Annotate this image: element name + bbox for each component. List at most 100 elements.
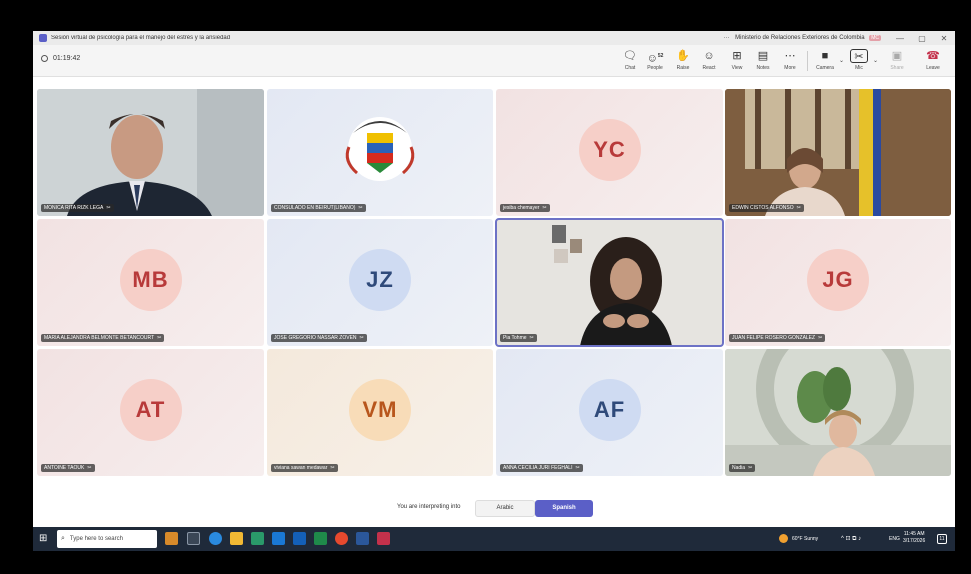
search-icon: ⌕ <box>61 535 65 542</box>
window-title: Sesión virtual de psicología para el man… <box>51 35 231 41</box>
meeting-timer: 01:19:42 <box>41 55 80 62</box>
camera-label: Camera <box>816 65 834 71</box>
word-icon[interactable] <box>356 532 369 545</box>
colombia-coat-of-arms-icon <box>345 117 415 181</box>
system-tray-icons[interactable]: ^ ⊡ ⧉ ♪ <box>841 535 861 543</box>
phone-hangup-icon: ☎ <box>926 50 940 62</box>
language-option-spanish[interactable]: Spanish <box>535 500 593 517</box>
participant-tile[interactable]: MB MARIA ALEJANDRA BELMONTE BETANCOURT ✂ <box>37 219 264 346</box>
participant-name-label: MARIA ALEJANDRA BELMONTE BETANCOURT ✂ <box>41 334 165 342</box>
notes-label: Notes <box>756 65 770 71</box>
mic-muted-icon: ✂ <box>529 335 534 341</box>
mic-muted-icon: ✂ <box>796 205 801 211</box>
people-button[interactable]: ☺52 People <box>643 49 667 71</box>
active-speaker-tile[interactable]: Pia Tohme ✂ <box>495 218 724 347</box>
taskbar-clock[interactable]: 11:45 AM 3/17/2026 <box>903 531 925 545</box>
chrome-icon[interactable] <box>335 532 348 545</box>
mic-muted-icon: ✂ <box>542 205 547 211</box>
camera-icon: ■ <box>821 50 829 62</box>
participant-avatar: AT <box>119 378 182 441</box>
participant-name-label: EDWIN CISTOS ALFONSO ✂ <box>729 204 804 212</box>
close-button[interactable]: ✕ <box>933 34 955 43</box>
share-icon: ▣ <box>891 50 903 62</box>
participant-video-frame <box>725 349 951 476</box>
edge-browser-icon[interactable] <box>209 532 222 545</box>
participant-tile-video[interactable]: MONICA RITA RIZK LEGA ✂ <box>37 89 264 216</box>
participant-tile-video[interactable]: CONSULADO EN BEIRUT(LIBANO) ✂ <box>267 89 493 216</box>
outlook-icon[interactable] <box>293 532 306 545</box>
react-button[interactable]: ☺ React <box>697 49 721 71</box>
powerpoint-icon[interactable] <box>377 532 390 545</box>
user-avatar-badge[interactable]: MC <box>869 35 881 41</box>
view-button[interactable]: ⊞ View <box>725 49 749 71</box>
mic-muted-icon: ✂ <box>359 335 364 341</box>
mic-muted-icon: ✂ <box>748 465 753 471</box>
camera-button[interactable]: ■ Camera <box>813 49 837 71</box>
participant-avatar: JG <box>807 248 869 311</box>
participant-tile[interactable]: YC jesiba chemayer ✂ <box>496 89 723 216</box>
participant-tile[interactable]: VM viviana sawan medawar ✂ <box>267 349 493 476</box>
taskbar-search-input[interactable]: ⌕ Type here to search <box>57 530 157 548</box>
mic-muted-icon: ✂ <box>106 205 111 211</box>
language-option-arabic[interactable]: Arabic <box>475 500 535 517</box>
participant-tile-video[interactable]: EDWIN CISTOS ALFONSO ✂ <box>725 89 951 216</box>
meeting-toolbar: 01:19:42 🗨 Chat ☺52 People ✋ Raise ☺ Rea… <box>33 45 955 77</box>
excel-icon[interactable] <box>314 532 327 545</box>
more-button[interactable]: ⋯ More <box>778 49 802 71</box>
notifications-icon[interactable]: 11 <box>937 534 947 544</box>
raise-hand-button[interactable]: ✋ Raise <box>671 49 695 71</box>
windows-start-icon[interactable]: ⊞ <box>39 533 51 545</box>
interpretation-bar: You are interpreting into Arabic Spanish <box>33 489 955 527</box>
participant-tile[interactable]: AF ANNA CECILIA JURI FEGHALI ✂ <box>496 349 723 476</box>
participant-tile-video[interactable]: Nadia ✂ <box>725 349 951 476</box>
toolbar-divider <box>807 51 808 71</box>
leave-button[interactable]: ☎ Leave <box>921 49 945 71</box>
chat-label: Chat <box>624 65 636 71</box>
camera-options-chevron-icon[interactable]: ⌄ <box>839 57 844 64</box>
people-count: 52 <box>657 53 664 59</box>
chat-button[interactable]: 🗨 Chat <box>618 49 642 71</box>
participant-tile[interactable]: JZ JOSE GREGORIO NASSAR ZOVEN ✂ <box>267 219 493 346</box>
elapsed-time: 01:19:42 <box>53 55 81 62</box>
mic-options-chevron-icon[interactable]: ⌄ <box>873 57 878 64</box>
mic-muted-icon: ✂ <box>575 465 580 471</box>
store-icon[interactable] <box>251 532 264 545</box>
teams-app-icon <box>39 34 47 42</box>
weather-sun-icon[interactable] <box>779 534 788 543</box>
participant-tile[interactable]: AT ANTOINE TAOUK ✂ <box>37 349 264 476</box>
participant-avatar: MB <box>119 248 182 311</box>
weather-text[interactable]: 60°F Sunny <box>792 536 818 542</box>
hand-icon: ✋ <box>676 50 690 62</box>
teams-meeting-window: Sesión virtual de psicología para el man… <box>33 31 955 551</box>
notes-button[interactable]: ▤ Notes <box>751 49 775 71</box>
notes-icon: ▤ <box>757 50 769 62</box>
participant-name-label: Pia Tohme ✂ <box>500 334 537 342</box>
mic-muted-icon: ✂ <box>850 49 868 63</box>
input-language[interactable]: ENG <box>889 536 900 542</box>
share-button[interactable]: ▣ Share <box>885 49 909 71</box>
participant-name-label: ANTOINE TAOUK ✂ <box>41 464 95 472</box>
windows-taskbar: ⊞ ⌕ Type here to search 60°F Sunny ^ ⊡ ⧉… <box>33 527 955 551</box>
participant-name-label: JUAN FELIPE ROSERO GONZALEZ ✂ <box>729 334 826 342</box>
react-label: React <box>702 65 716 71</box>
participant-tile[interactable]: JG JUAN FELIPE ROSERO GONZALEZ ✂ <box>725 219 951 346</box>
ellipsis-icon: ⋯ <box>784 50 796 62</box>
widgets-icon[interactable] <box>165 532 178 545</box>
task-view-icon[interactable] <box>187 532 200 545</box>
mic-muted-icon: ✂ <box>157 335 162 341</box>
participant-video-frame <box>725 89 951 216</box>
participant-name-label: JOSE GREGORIO NASSAR ZOVEN ✂ <box>271 334 367 342</box>
video-grid: MONICA RITA RIZK LEGA ✂ CONSULADO EN BEIR… <box>33 77 955 489</box>
participant-avatar: AF <box>578 378 641 441</box>
participant-avatar: YC <box>578 118 641 181</box>
minimize-button[interactable]: — <box>889 34 911 43</box>
chat-icon: 🗨 <box>623 50 637 62</box>
participant-name-label: viviana sawan medawar ✂ <box>271 464 338 472</box>
file-explorer-icon[interactable] <box>230 532 243 545</box>
restore-button[interactable]: ▢ <box>911 34 933 43</box>
mic-button[interactable]: ✂ Mic <box>847 49 871 71</box>
participant-video-frame <box>37 89 264 216</box>
title-more-icon[interactable]: ··· <box>723 35 729 41</box>
mail-icon[interactable] <box>272 532 285 545</box>
mic-label: Mic <box>855 65 863 71</box>
